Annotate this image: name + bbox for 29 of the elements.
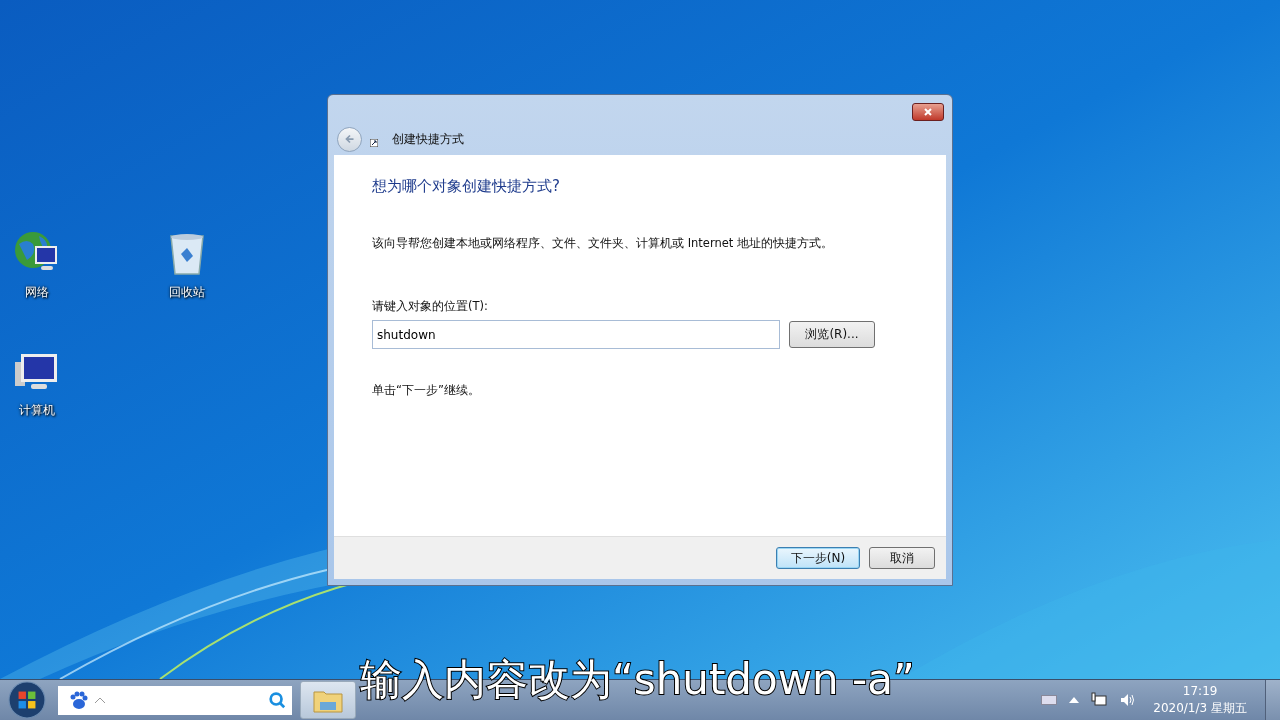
hint-text: 单击“下一步”继续。 [372, 383, 481, 398]
show-desktop-button[interactable] [1265, 680, 1280, 720]
desktop-icon-label[interactable]: 回收站 [169, 284, 205, 301]
search-icon[interactable] [268, 691, 286, 709]
show-hidden-icons-icon[interactable] [1069, 697, 1080, 703]
paw-icon [68, 690, 88, 710]
next-button[interactable]: 下一步(N) [776, 547, 860, 569]
shortcut-icon [370, 139, 378, 147]
start-button[interactable] [8, 681, 46, 719]
back-button[interactable] [337, 126, 362, 152]
close-button[interactable] [912, 103, 944, 121]
caret-icon[interactable] [94, 696, 106, 704]
cancel-button[interactable]: 取消 [869, 547, 935, 569]
clock-time[interactable]: 17:19 [1182, 683, 1218, 700]
browse-button[interactable]: 浏览(R)... [789, 321, 875, 348]
keyboard-icon[interactable] [1041, 695, 1058, 705]
description-text: 该向导帮您创建本地或网络程序、文件、文件夹、计算机或 Internet 地址的快捷方式。 [372, 236, 834, 251]
close-icon [923, 107, 933, 117]
search-box[interactable] [58, 685, 292, 715]
speaker-icon[interactable] [1119, 692, 1136, 708]
desktop-icon-label[interactable]: 网络 [25, 284, 49, 301]
clock-date[interactable]: 2020/1/3 星期五 [1153, 700, 1247, 717]
wizard-heading: 想为哪个对象创建快捷方式? [372, 177, 561, 196]
wizard-title: 创建快捷方式 [392, 130, 464, 148]
field-label: 请键入对象的位置(T): [372, 299, 489, 314]
folder-taskbar-button[interactable] [300, 681, 356, 719]
network-icon[interactable] [1091, 692, 1108, 708]
location-field[interactable]: shutdown [372, 320, 780, 349]
desktop-icon-label[interactable]: 计算机 [19, 402, 55, 419]
